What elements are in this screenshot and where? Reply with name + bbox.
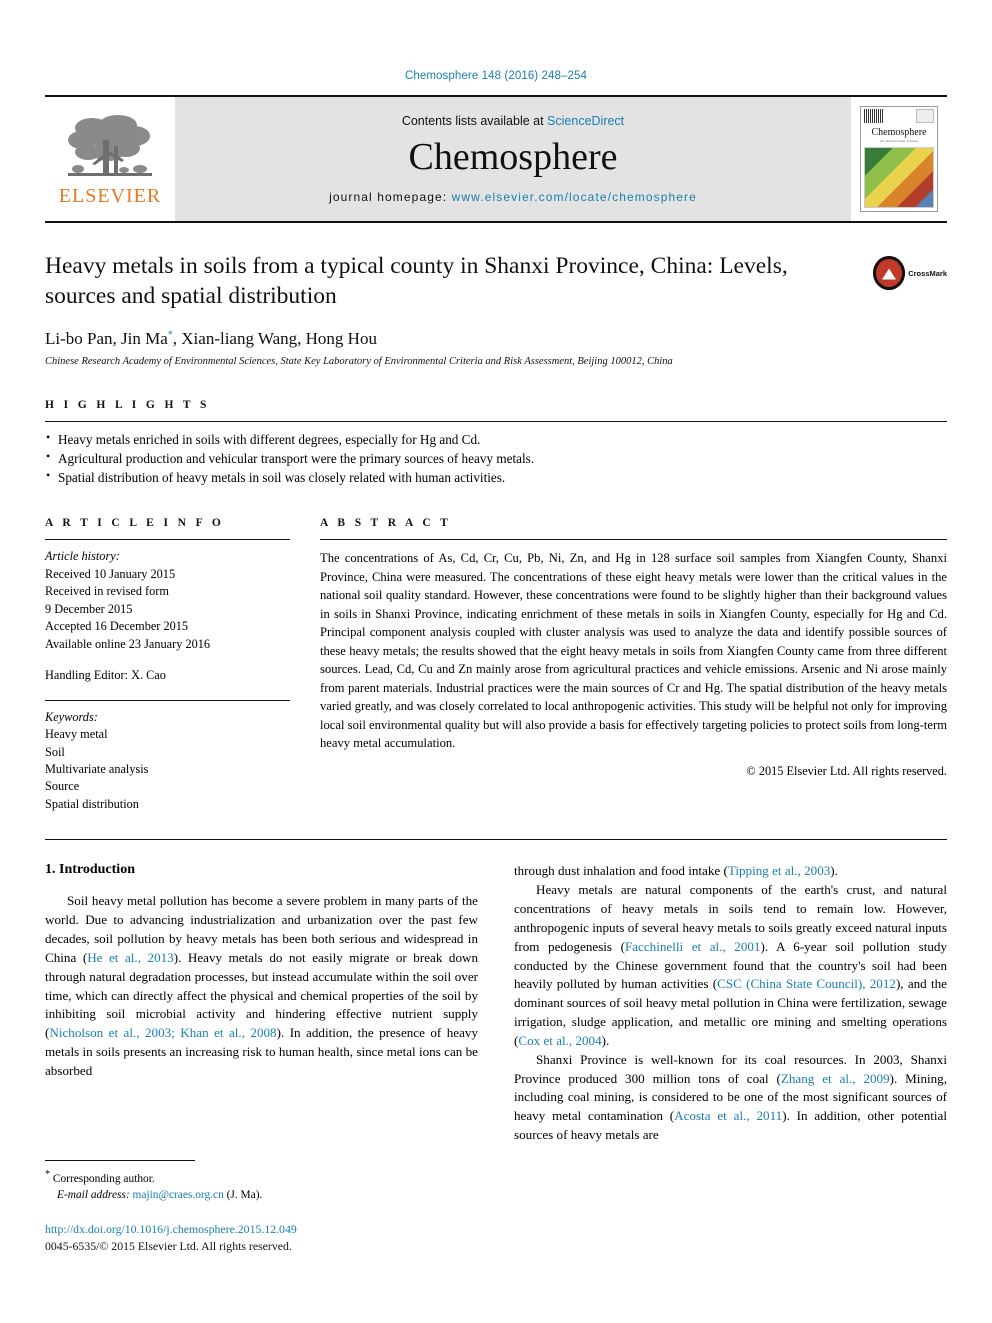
list-item: Spatial distribution of heavy metals in … <box>45 467 947 487</box>
body-paragraph: Shanxi Province is well-known for its co… <box>514 1051 947 1145</box>
crossmark-label: CrossMark <box>908 268 947 278</box>
footnote-divider <box>45 1160 195 1161</box>
cover-journal-title: Chemosphere <box>871 127 927 138</box>
cover-journal-subtitle: An International Journal <box>880 139 918 143</box>
keywords-divider <box>45 699 290 701</box>
cover-box: Chemosphere An International Journal <box>860 106 938 212</box>
cover-artwork <box>864 147 934 208</box>
list-item: Heavy metals enriched in soils with diff… <box>45 429 947 449</box>
author-list: Li-bo Pan, Jin Ma*, Xian-liang Wang, Hon… <box>45 329 947 349</box>
affiliation: Chinese Research Academy of Environmenta… <box>45 356 673 368</box>
history-item: Received in revised form <box>45 584 169 599</box>
doi-link[interactable]: http://dx.doi.org/10.1016/j.chemosphere.… <box>45 1222 465 1237</box>
list-item: Agricultural production and vehicular tr… <box>45 448 947 468</box>
contents-available-prefix: Contents lists available at <box>401 114 548 129</box>
keywords-label: Keywords: <box>45 709 98 724</box>
citation-link[interactable]: CSC (China State Council), 2012 <box>717 976 896 991</box>
email-owner: (J. Ma). <box>226 1189 263 1202</box>
article-info-column: A R T I C L E I N F O Article history: R… <box>45 517 290 813</box>
journal-title: Chemosphere <box>408 136 618 179</box>
body-paragraph: Soil heavy metal pollution has become a … <box>45 892 478 1080</box>
article-info-label: A R T I C L E I N F O <box>45 517 225 530</box>
keyword-item: Source <box>45 779 80 794</box>
crossmark-badge[interactable]: CrossMark <box>873 253 947 293</box>
article-history-label: Article history: <box>45 549 120 564</box>
abstract-column: A B S T R A C T The concentrations of As… <box>320 517 947 813</box>
body-paragraph: Heavy metals are natural components of t… <box>514 881 947 1051</box>
citation-link[interactable]: Zhang et al., 2009 <box>781 1071 890 1086</box>
journal-homepage-link[interactable]: www.elsevier.com/locate/chemosphere <box>452 190 697 204</box>
history-item: Available online 23 January 2016 <box>45 636 211 651</box>
keyword-item: Multivariate analysis <box>45 761 149 776</box>
body-columns: 1. Introduction Soil heavy metal polluti… <box>45 862 947 1145</box>
page-title: Heavy metals in soils from a typical cou… <box>45 253 788 310</box>
body-top-divider <box>45 839 947 841</box>
highlights-list: Heavy metals enriched in soils with diff… <box>45 429 947 487</box>
corresponding-author-label: Corresponding author. <box>52 1172 155 1185</box>
issn-copyright-line: 0045-6535/© 2015 Elsevier Ltd. All right… <box>45 1238 292 1253</box>
journal-article-page: Chemosphere 148 (2016) 248–254 ELSEVIER … <box>0 0 992 1323</box>
paragraph-container-left: Soil heavy metal pollution has become a … <box>45 892 478 1080</box>
footnote-star-marker: * <box>45 1169 50 1180</box>
abstract-label: A B S T R A C T <box>320 517 452 530</box>
citation-link[interactable]: He et al., 2013 <box>87 950 174 965</box>
citation-link[interactable]: Acosta et al., 2011 <box>674 1108 782 1123</box>
paragraph-text: ). <box>830 863 838 879</box>
body-column-left: 1. Introduction Soil heavy metal polluti… <box>45 862 478 1145</box>
crossmark-icon <box>873 256 906 290</box>
highlights-section: H I G H L I G H T S Heavy metals enriche… <box>45 399 947 487</box>
cover-top-row <box>861 107 937 127</box>
email-label: E-mail address: <box>57 1189 130 1202</box>
handling-editor: Handling Editor: X. Cao <box>45 668 166 683</box>
abstract-copyright: © 2015 Elsevier Ltd. All rights reserved… <box>746 763 947 778</box>
elsevier-wordmark: ELSEVIER <box>58 185 162 207</box>
journal-homepage-prefix: journal homepage: <box>329 189 452 204</box>
history-item: 9 December 2015 <box>45 601 133 616</box>
history-item: Accepted 16 December 2015 <box>45 619 189 634</box>
section-heading-introduction: 1. Introduction <box>45 862 135 878</box>
journal-homepage-line: journal homepage: www.elsevier.com/locat… <box>329 190 697 204</box>
title-block: Heavy metals in soils from a typical cou… <box>45 251 947 371</box>
masthead-center: Contents lists available at ScienceDirec… <box>175 97 851 221</box>
article-history-block: Article history: Received 10 January 201… <box>45 548 290 684</box>
elsevier-logo: ELSEVIER <box>45 97 175 221</box>
abstract-divider <box>320 539 947 541</box>
elsevier-tree-icon <box>68 115 152 176</box>
footnote-area: * Corresponding author. E-mail address: … <box>45 1160 465 1254</box>
author-names-lead: Li-bo Pan, Jin Ma <box>45 329 168 349</box>
citation-link[interactable]: Nicholson et al., 2003; Khan et al., 200… <box>49 1025 276 1040</box>
cover-mini-thumb-icon <box>916 109 934 123</box>
citation-link[interactable]: Tipping et al., 2003 <box>728 863 830 878</box>
article-info-divider <box>45 539 290 541</box>
author-names-tail: , Xian-liang Wang, Hong Hou <box>172 329 377 349</box>
journal-masthead: ELSEVIER Contents lists available at Sci… <box>45 95 947 223</box>
contents-available-line: Contents lists available at ScienceDirec… <box>402 114 624 128</box>
body-paragraph: through dust inhalation and food intake … <box>514 862 947 881</box>
corresponding-author-note: * Corresponding author. <box>45 1168 465 1187</box>
highlights-label: H I G H L I G H T S <box>45 399 210 411</box>
info-abstract-row: A R T I C L E I N F O Article history: R… <box>45 517 947 813</box>
keyword-item: Soil <box>45 744 65 759</box>
paragraph-container-right: through dust inhalation and food intake … <box>514 862 947 1145</box>
paragraph-text: through dust inhalation and food intake … <box>514 863 728 879</box>
abstract-text: The concentrations of As, Cd, Cr, Cu, Pb… <box>320 551 947 751</box>
keywords-block: Keywords: Heavy metal Soil Multivariate … <box>45 709 290 814</box>
barcode-icon <box>864 109 884 123</box>
sciencedirect-link[interactable]: ScienceDirect <box>547 114 624 128</box>
email-link[interactable]: majin@craes.org.cn <box>133 1189 224 1201</box>
keyword-item: Heavy metal <box>45 727 108 742</box>
history-item: Received 10 January 2015 <box>45 566 176 581</box>
journal-cover-thumbnail: Chemosphere An International Journal <box>851 97 947 221</box>
body-column-right: through dust inhalation and food intake … <box>514 862 947 1145</box>
running-head: Chemosphere 148 (2016) 248–254 <box>404 70 588 82</box>
email-note: E-mail address: majin@craes.org.cn (J. M… <box>45 1187 465 1204</box>
highlights-divider <box>45 421 947 422</box>
keyword-item: Spatial distribution <box>45 796 139 811</box>
citation-link[interactable]: Cox et al., 2004 <box>518 1033 601 1048</box>
citation-link[interactable]: Facchinelli et al., 2001 <box>625 939 761 954</box>
paragraph-text: ). <box>601 1032 610 1048</box>
